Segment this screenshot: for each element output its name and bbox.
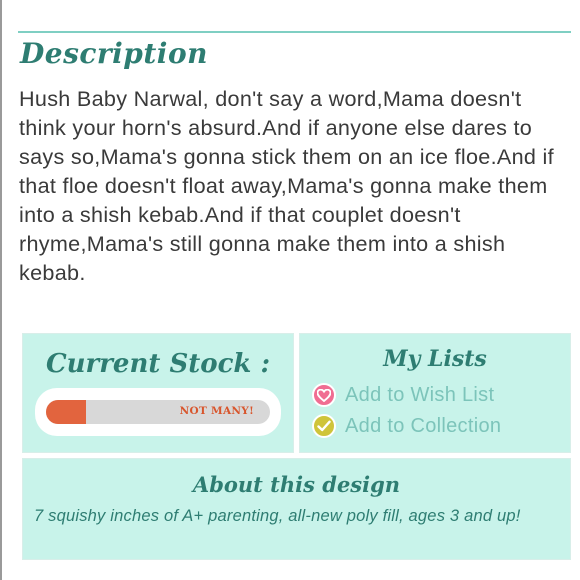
my-lists-panel: My Lists Add to Wish List Add to Collect… <box>299 333 571 453</box>
section-divider <box>18 31 571 33</box>
stock-level-label: NOT MANY! <box>179 405 254 417</box>
about-design-text: 7 squishy inches of A+ parenting, all-ne… <box>34 507 521 525</box>
left-border <box>0 0 2 580</box>
description-text: Hush Baby Narwal, don't say a word,Mama … <box>19 86 554 285</box>
add-to-collection-link[interactable]: Add to Collection <box>312 412 501 440</box>
wish-list-label: Add to Wish List <box>345 383 495 406</box>
description-heading: Description <box>20 37 208 70</box>
stock-meter-fill <box>46 400 87 424</box>
stock-meter-track: NOT MANY! <box>46 400 270 424</box>
add-to-wish-list-link[interactable]: Add to Wish List <box>312 381 494 409</box>
heart-icon <box>312 383 336 407</box>
my-lists-title: My Lists <box>383 346 487 372</box>
check-icon <box>312 414 336 438</box>
collection-label: Add to Collection <box>345 414 502 437</box>
stock-meter-card: NOT MANY! <box>35 388 281 436</box>
about-design-panel: About this design 7 squishy inches of A+… <box>22 458 571 560</box>
about-design-title: About this design <box>192 472 401 497</box>
current-stock-panel: Current Stock : NOT MANY! <box>22 333 294 453</box>
current-stock-title: Current Stock : <box>45 349 271 379</box>
